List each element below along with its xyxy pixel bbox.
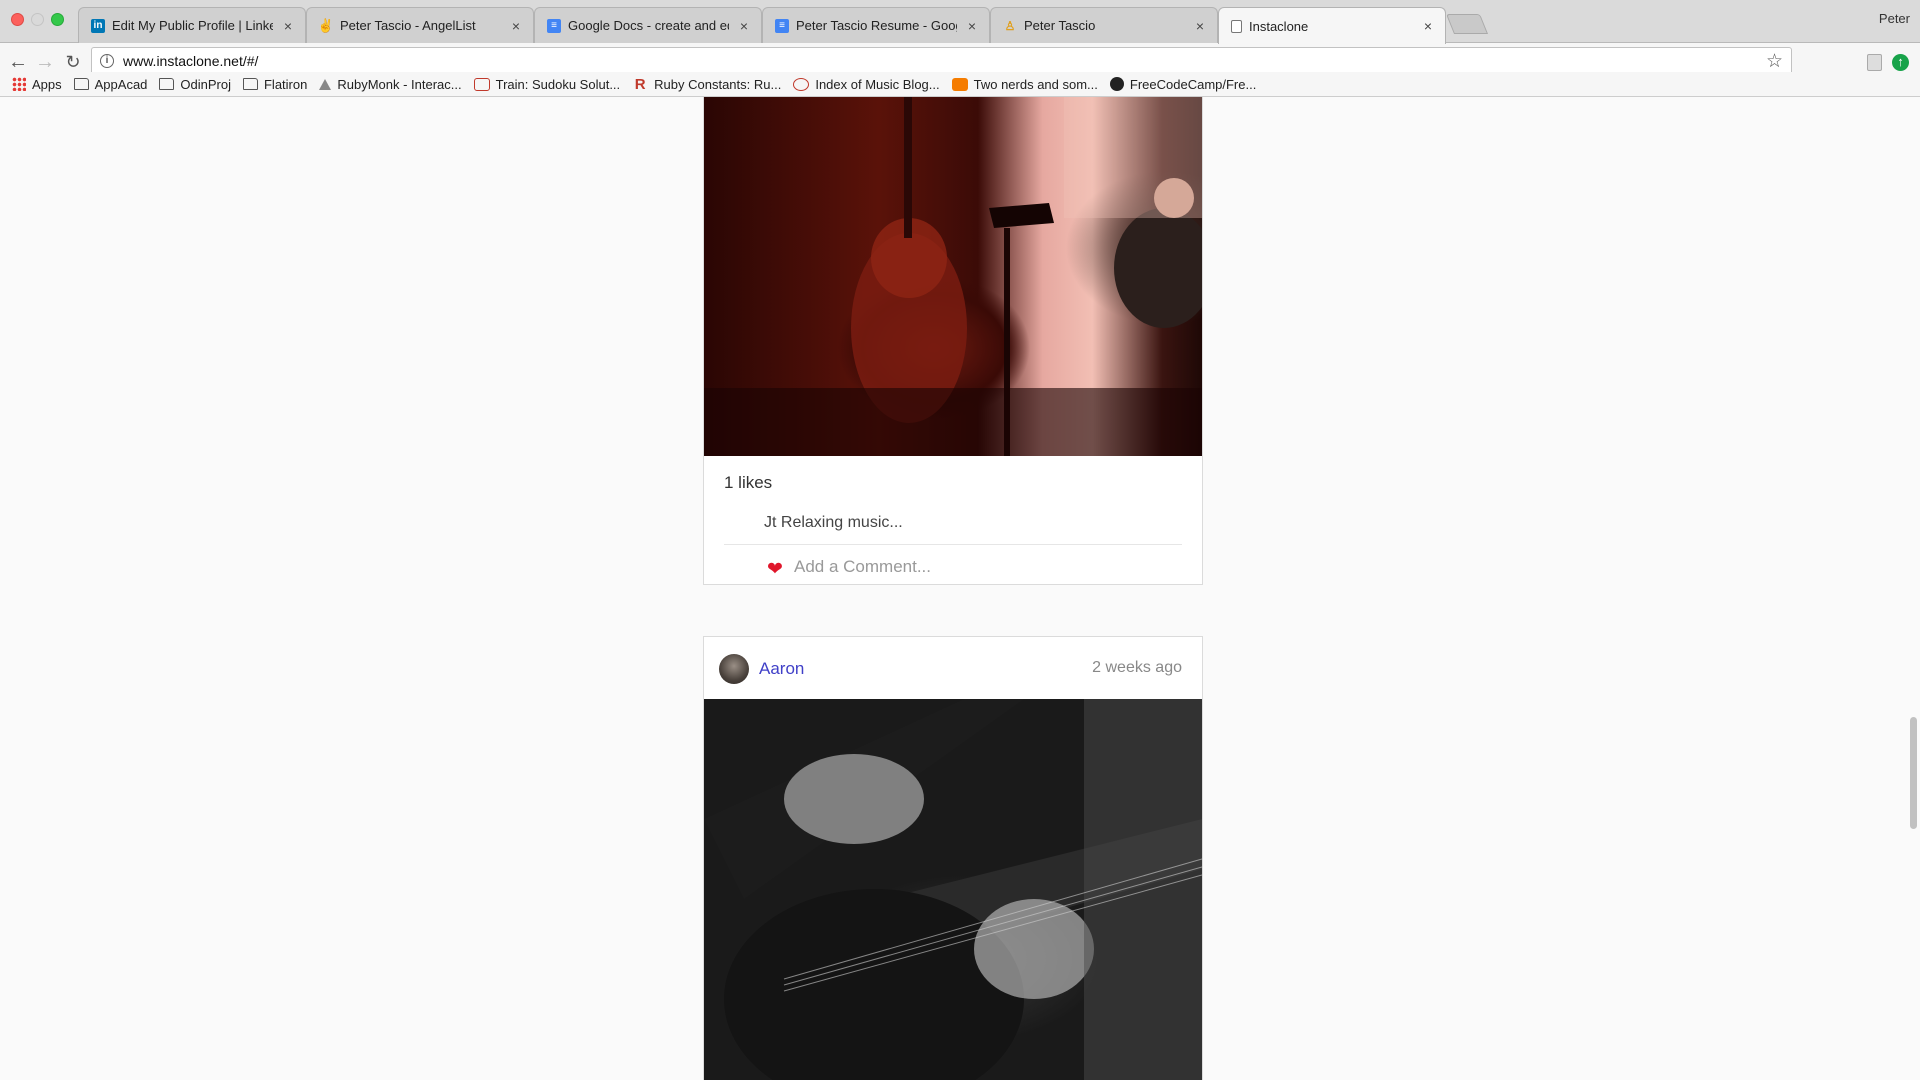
page-scrollbar[interactable] [1906, 97, 1920, 1080]
tab-title: Google Docs - create and edit [568, 18, 729, 33]
forward-arrow-icon[interactable]: → [33, 50, 57, 74]
bookmark-ruby-constants[interactable]: R Ruby Constants: Ru... [632, 75, 782, 93]
address-bar[interactable]: i www.instaclone.net/#/ ☆ [91, 47, 1792, 75]
tab-title: Peter Tascio [1024, 18, 1096, 33]
heart-icon[interactable]: ❤ [767, 558, 783, 581]
bookmark-flatiron[interactable]: Flatiron [242, 77, 307, 92]
linkedin-icon: in [91, 18, 105, 33]
bookmark-rubymonk[interactable]: RubyMonk - Interac... [319, 77, 462, 92]
tab-resume[interactable]: ≡ Peter Tascio Resume - Google × [762, 7, 990, 43]
comment-input[interactable] [794, 555, 1174, 579]
close-tab-icon[interactable]: × [965, 18, 979, 34]
reload-icon[interactable]: ↻ [61, 50, 85, 74]
close-tab-icon[interactable]: × [281, 18, 295, 34]
close-tab-icon[interactable]: × [737, 18, 751, 34]
folder-icon [159, 78, 175, 90]
post-photo[interactable] [704, 699, 1202, 1080]
new-tab-button[interactable] [1445, 14, 1489, 34]
back-arrow-icon[interactable]: ← [6, 50, 30, 74]
apps-grid-icon [12, 77, 26, 91]
bookmark-music-blog[interactable]: Index of Music Blog... [793, 77, 940, 92]
sudoku-icon [473, 77, 490, 91]
page-icon: ♙ [1004, 18, 1016, 33]
tab-peter-tascio[interactable]: ♙ Peter Tascio × [990, 7, 1218, 43]
profile-name[interactable]: Peter [1879, 11, 1910, 26]
bookmark-apps[interactable]: Apps [12, 77, 62, 92]
minimize-window-button[interactable] [31, 13, 44, 26]
post-photo-image [704, 97, 1202, 456]
github-icon [1109, 77, 1124, 91]
folder-icon [73, 78, 89, 90]
google-docs-icon: ≡ [547, 18, 561, 33]
post-photo[interactable] [704, 97, 1202, 456]
likes-count: 1 likes [724, 473, 773, 492]
tab-title: Peter Tascio - AngelList [340, 18, 476, 33]
avatar[interactable] [719, 654, 749, 684]
divider [724, 544, 1182, 545]
tab-title: Peter Tascio Resume - Google [796, 18, 957, 33]
close-tab-icon[interactable]: × [1421, 18, 1435, 34]
tab-instaclone[interactable]: Instaclone × [1218, 7, 1446, 44]
tab-linkedin[interactable]: in Edit My Public Profile | LinkedIn × [78, 7, 306, 43]
bookmarks-bar: Apps AppAcad OdinProj Flatiron RubyMonk … [0, 72, 1920, 97]
tab-title: Instaclone [1249, 18, 1309, 34]
ruby-r-icon: R [634, 75, 646, 93]
bookmark-star-icon[interactable]: ☆ [1766, 50, 1783, 73]
folder-icon [242, 78, 258, 90]
blogger-icon [951, 77, 968, 91]
bookmark-appacad[interactable]: AppAcad [73, 77, 147, 92]
close-tab-icon[interactable]: × [509, 18, 523, 34]
post-caption: Jt Relaxing music... [764, 514, 903, 531]
bookmark-freecodecamp[interactable]: FreeCodeCamp/Fre... [1109, 77, 1256, 92]
extension-icon[interactable] [1867, 54, 1882, 71]
zoom-window-button[interactable] [51, 13, 64, 26]
rubymonk-icon [319, 78, 332, 90]
tab-angellist[interactable]: ✌ Peter Tascio - AngelList × [306, 7, 534, 43]
music-blog-icon [793, 77, 810, 91]
scrollbar-thumb[interactable] [1910, 717, 1917, 829]
angellist-icon: ✌ [317, 17, 335, 33]
bookmark-sudoku[interactable]: Train: Sudoku Solut... [473, 77, 620, 92]
tab-google-docs[interactable]: ≡ Google Docs - create and edit × [534, 7, 762, 43]
post-photo-image [704, 699, 1202, 1080]
bookmark-two-nerds[interactable]: Two nerds and som... [951, 77, 1098, 92]
feed-post: 1 likes Jt Relaxing music... ❤ [703, 97, 1203, 585]
tab-title: Edit My Public Profile | LinkedIn [112, 18, 273, 33]
url-text: www.instaclone.net/#/ [123, 53, 259, 69]
extension-update-icon[interactable]: ↑ [1892, 54, 1909, 71]
close-tab-icon[interactable]: × [1193, 18, 1207, 34]
page-viewport: 1 likes Jt Relaxing music... ❤ Aaron 2 w… [0, 97, 1920, 1080]
google-docs-icon: ≡ [775, 18, 789, 33]
feed-post: Aaron 2 weeks ago [703, 636, 1203, 1080]
post-username[interactable]: Aaron [759, 659, 804, 679]
post-timestamp: 2 weeks ago [1092, 659, 1182, 676]
browser-tabstrip: in Edit My Public Profile | LinkedIn × ✌… [0, 0, 1920, 44]
close-window-button[interactable] [11, 13, 24, 26]
page-icon [1231, 19, 1242, 33]
bookmark-odinproj[interactable]: OdinProj [159, 77, 231, 92]
info-icon[interactable]: i [100, 54, 114, 68]
